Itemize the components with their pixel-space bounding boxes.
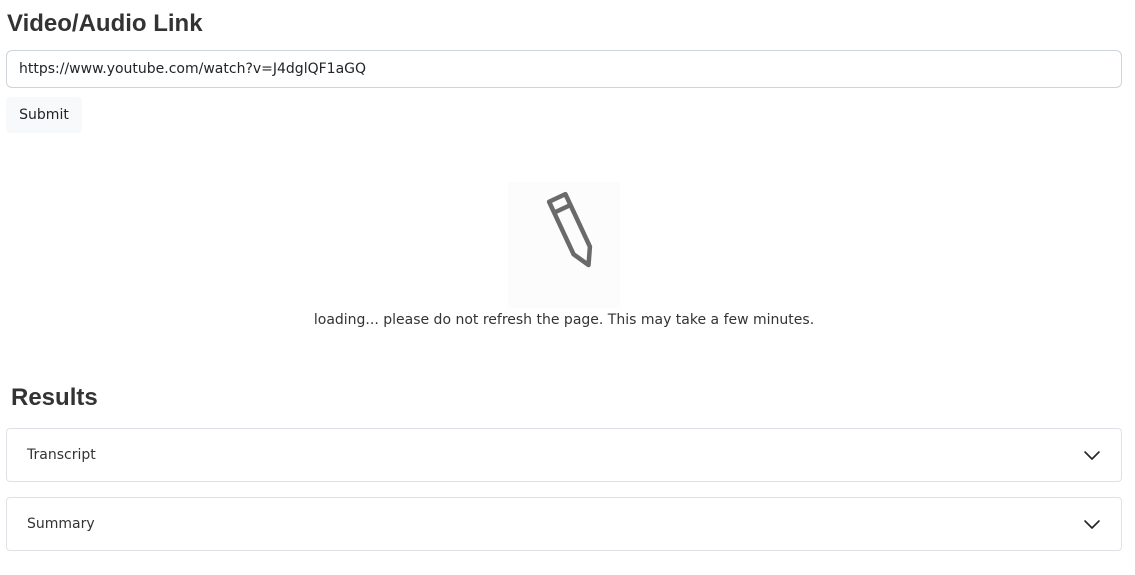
summary-label: Summary	[27, 516, 95, 532]
chevron-down-icon	[1084, 451, 1100, 460]
transcript-accordion-toggle[interactable]: Transcript	[7, 429, 1121, 481]
loading-animation	[508, 182, 620, 308]
summary-accordion: Summary	[6, 497, 1122, 551]
video-audio-link-heading: Video/Audio Link	[7, 10, 203, 37]
summary-accordion-toggle[interactable]: Summary	[7, 498, 1121, 550]
submit-button[interactable]: Submit	[6, 97, 82, 133]
results-heading: Results	[11, 384, 98, 411]
chevron-down-icon	[1084, 520, 1100, 529]
url-input[interactable]	[6, 50, 1122, 88]
loading-message: loading... please do not refresh the pag…	[313, 312, 815, 328]
transcript-label: Transcript	[27, 447, 96, 463]
pencil-icon	[546, 191, 593, 268]
transcript-accordion: Transcript	[6, 428, 1122, 482]
